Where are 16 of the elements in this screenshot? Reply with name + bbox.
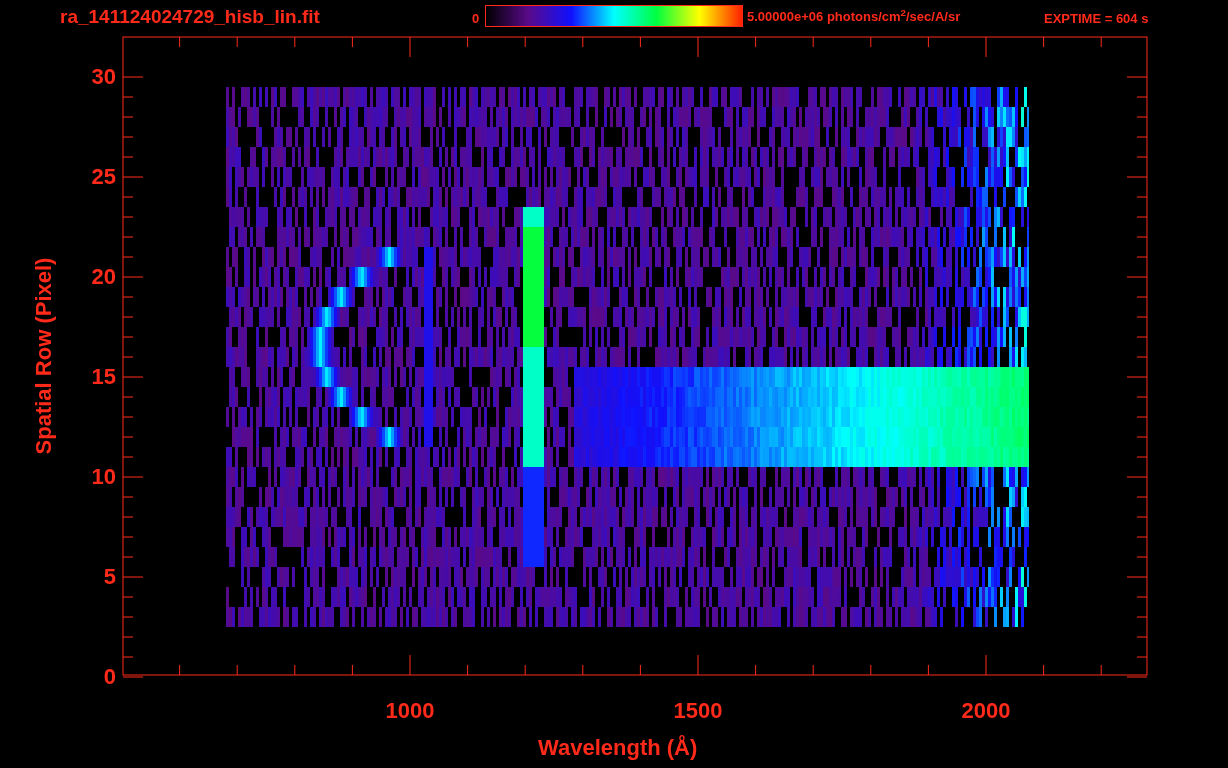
y-tick-label: 20 [90,266,116,288]
x-tick-label: 1000 [384,700,436,722]
y-tick-label: 30 [90,66,116,88]
x-axis-title: Wavelength (Å) [538,737,698,759]
y-tick-label: 25 [90,166,116,188]
colorbar-min-label: 0 [472,12,480,25]
y-axis-title: Spatial Row (Pixel) [33,257,55,455]
exposure-time: EXPTIME = 604 s [1044,12,1149,25]
y-tick-label: 5 [102,566,116,588]
colorbar-max-label: 5.00000e+06 photons/cm$^{2}$/sec/A/sr [747,10,961,23]
y-tick-label: 10 [90,466,116,488]
plot-title: ra_141124024729_hisb_lin.fit [60,7,320,26]
x-tick-label: 1500 [672,700,724,722]
x-tick-label: 2000 [960,700,1012,722]
y-tick-label: 0 [102,666,116,688]
y-tick-label: 15 [90,366,116,388]
